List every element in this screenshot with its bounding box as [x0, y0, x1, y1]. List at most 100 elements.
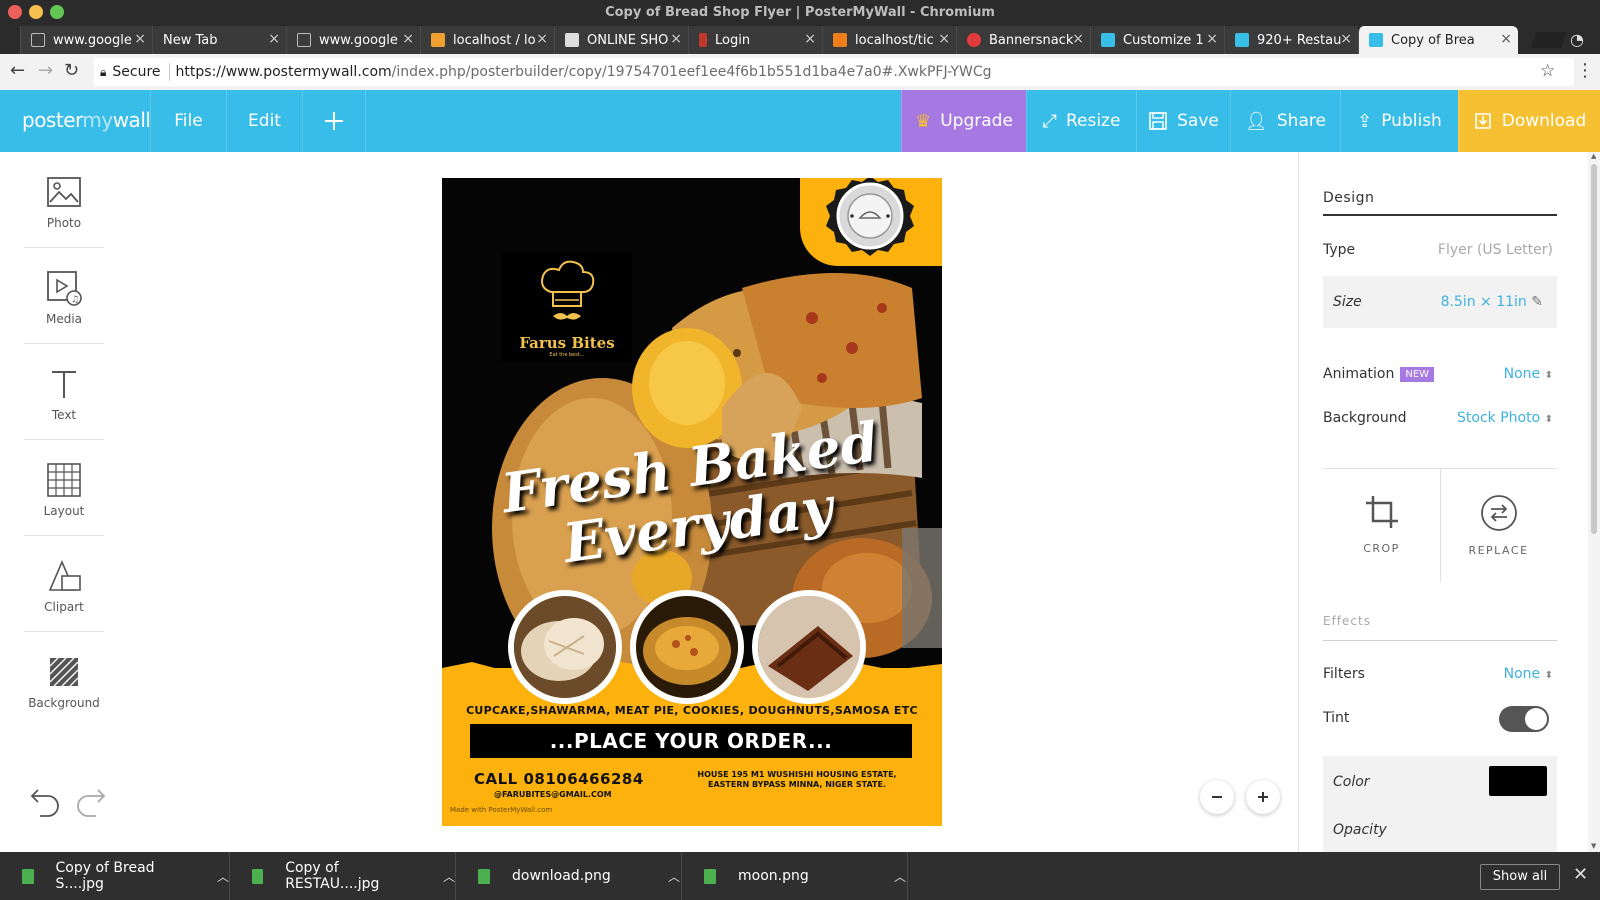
background-row[interactable]: Background Stock Photo ⬍	[1323, 410, 1557, 426]
chevron-up-icon[interactable]: ︿	[668, 868, 680, 885]
back-icon[interactable]: ←	[10, 60, 25, 81]
shop-address[interactable]: HOUSE 195 M1 WUSHISHI HOUSING ESTATE, EA…	[682, 770, 912, 790]
flyer-canvas[interactable]: Farus Bites Eat the best... Fresh Baked …	[442, 178, 942, 826]
animation-row[interactable]: Animation NEW None ⬍	[1323, 366, 1557, 382]
opacity-row[interactable]: Opacity	[1323, 808, 1557, 852]
close-tab-icon[interactable]: ×	[804, 31, 816, 47]
bookmark-star-icon[interactable]: ☆	[1540, 61, 1555, 81]
place-order-banner[interactable]: ...PLACE YOUR ORDER...	[470, 724, 912, 758]
product-list[interactable]: CUPCAKE,SHAWARMA, MEAT PIE, COOKIES, DOU…	[442, 704, 942, 717]
zoom-out-button[interactable]	[1200, 780, 1234, 814]
browser-tab[interactable]: www.google ×	[20, 26, 152, 54]
resize-label: Resize	[1065, 111, 1121, 131]
browser-tab[interactable]: Bannersnack ×	[956, 26, 1090, 54]
close-tab-icon[interactable]: ×	[268, 31, 280, 47]
download-item[interactable]: Copy of Bread S....jpg ︿	[0, 852, 230, 900]
download-item[interactable]: moon.png ︿	[682, 852, 908, 900]
close-tab-icon[interactable]: ×	[134, 31, 146, 47]
brand-name[interactable]: Farus Bites	[502, 334, 632, 352]
panel-scrollbar[interactable]: ▲ ▼	[1588, 152, 1600, 852]
close-tab-icon[interactable]: ×	[670, 31, 682, 47]
media-tool[interactable]: ♫ Media	[24, 248, 104, 344]
undo-icon[interactable]	[28, 782, 64, 818]
browser-tab[interactable]: www.google ×	[286, 26, 420, 54]
download-item[interactable]: download.png ︿	[456, 852, 682, 900]
browser-menu-icon[interactable]: ⋮	[1576, 60, 1594, 81]
browser-tab-active[interactable]: Copy of Brea ×	[1358, 26, 1518, 54]
postermywall-logo[interactable]: postermywall	[22, 108, 151, 132]
close-tab-icon[interactable]: ×	[1206, 31, 1218, 47]
photo-icon	[47, 177, 81, 207]
tab-label: Login	[715, 32, 751, 48]
layout-tool[interactable]: Layout	[24, 440, 104, 536]
replace-label: REPLACE	[1468, 544, 1529, 557]
tint-color-swatch[interactable]	[1489, 766, 1547, 796]
background-tool[interactable]: Background	[24, 632, 104, 728]
scroll-down-icon[interactable]: ▼	[1591, 842, 1596, 850]
photo-circle-pie[interactable]	[630, 590, 744, 704]
background-select[interactable]: Stock Photo ⬍	[1457, 410, 1553, 426]
size-row[interactable]: Size 8.5in × 11in ✎	[1323, 276, 1557, 328]
tint-label: Tint	[1323, 710, 1350, 726]
new-tab-button[interactable]	[1531, 32, 1567, 48]
browser-tab[interactable]: New Tab ×	[152, 26, 286, 54]
phone-number[interactable]: CALL 08106466284	[474, 770, 644, 788]
file-menu-button[interactable]: File	[150, 90, 226, 152]
filters-row[interactable]: Filters None ⬍	[1323, 666, 1557, 682]
publish-button[interactable]: ⇪ Publish	[1340, 90, 1458, 152]
pencil-icon[interactable]: ✎	[1531, 294, 1543, 310]
chevron-up-icon[interactable]: ︿	[894, 868, 906, 885]
tint-toggle[interactable]	[1499, 706, 1549, 732]
brand-tagline[interactable]: Eat the best...	[502, 352, 632, 358]
color-row[interactable]: Color	[1323, 756, 1557, 808]
filters-select[interactable]: None ⬍	[1504, 666, 1553, 682]
forward-icon[interactable]: →	[38, 60, 53, 81]
animation-select[interactable]: None ⬍	[1504, 366, 1553, 382]
resize-button[interactable]: ⤢ Resize	[1026, 90, 1136, 152]
type-row: Type Flyer (US Letter)	[1323, 242, 1557, 258]
upgrade-button[interactable]: ♛ Upgrade	[901, 90, 1026, 152]
photo-circle-bread[interactable]	[508, 590, 622, 704]
add-element-button[interactable]	[302, 90, 366, 152]
email-address[interactable]: @FARUBITES@GMAIL.COM	[494, 790, 612, 799]
browser-tab[interactable]: localhost/tic ×	[822, 26, 956, 54]
browser-tab[interactable]: 920+ Restau ×	[1224, 26, 1358, 54]
close-tab-icon[interactable]: ×	[938, 31, 950, 47]
close-tab-icon[interactable]: ×	[1072, 31, 1084, 47]
download-item[interactable]: Copy of RESTAU....jpg ︿	[230, 852, 456, 900]
browser-tab[interactable]: localhost / lo ×	[420, 26, 554, 54]
redo-icon[interactable]	[72, 782, 108, 818]
save-button[interactable]: Save	[1136, 90, 1230, 152]
show-all-downloads-button[interactable]: Show all	[1480, 864, 1560, 890]
download-button[interactable]: Download	[1458, 90, 1600, 152]
photo-circle-cake[interactable]	[752, 590, 866, 704]
replace-button[interactable]: REPLACE	[1440, 470, 1557, 580]
tab-label: localhost / lo	[453, 32, 536, 48]
close-tab-icon[interactable]: ×	[402, 31, 414, 47]
zoom-in-button[interactable]	[1246, 780, 1280, 814]
tab-label: Copy of Brea	[1391, 32, 1475, 48]
browser-tab[interactable]: ONLINE SHO ×	[554, 26, 688, 54]
design-tab[interactable]: Design	[1323, 190, 1374, 206]
scroll-up-icon[interactable]: ▲	[1591, 152, 1596, 160]
close-tab-icon[interactable]: ×	[1500, 31, 1512, 47]
close-tab-icon[interactable]: ×	[1340, 31, 1352, 47]
scrollbar-thumb[interactable]	[1591, 164, 1597, 534]
close-tab-icon[interactable]: ×	[536, 31, 548, 47]
url-field[interactable]: 🔒︎ Secure https://www.postermywall.com/i…	[94, 58, 1574, 86]
text-tool[interactable]: Text	[24, 344, 104, 440]
chevron-up-icon[interactable]: ︿	[217, 868, 229, 885]
browser-tab[interactable]: Login ×	[688, 26, 822, 54]
replace-icon	[1480, 495, 1517, 531]
close-shelf-icon[interactable]: ✕	[1573, 864, 1588, 885]
chevron-up-icon[interactable]: ︿	[443, 868, 455, 885]
profile-icon[interactable]: ◔	[1570, 30, 1584, 49]
photo-tool[interactable]: Photo	[24, 152, 104, 248]
clipart-tool[interactable]: Clipart	[24, 536, 104, 632]
share-button[interactable]: 👤︎ Share	[1230, 90, 1340, 152]
crop-button[interactable]: CROP	[1323, 470, 1440, 580]
edit-menu-button[interactable]: Edit	[226, 90, 302, 152]
reload-icon[interactable]: ↻	[64, 60, 79, 81]
publish-label: Publish	[1381, 111, 1442, 131]
browser-tab[interactable]: Customize 1 ×	[1090, 26, 1224, 54]
